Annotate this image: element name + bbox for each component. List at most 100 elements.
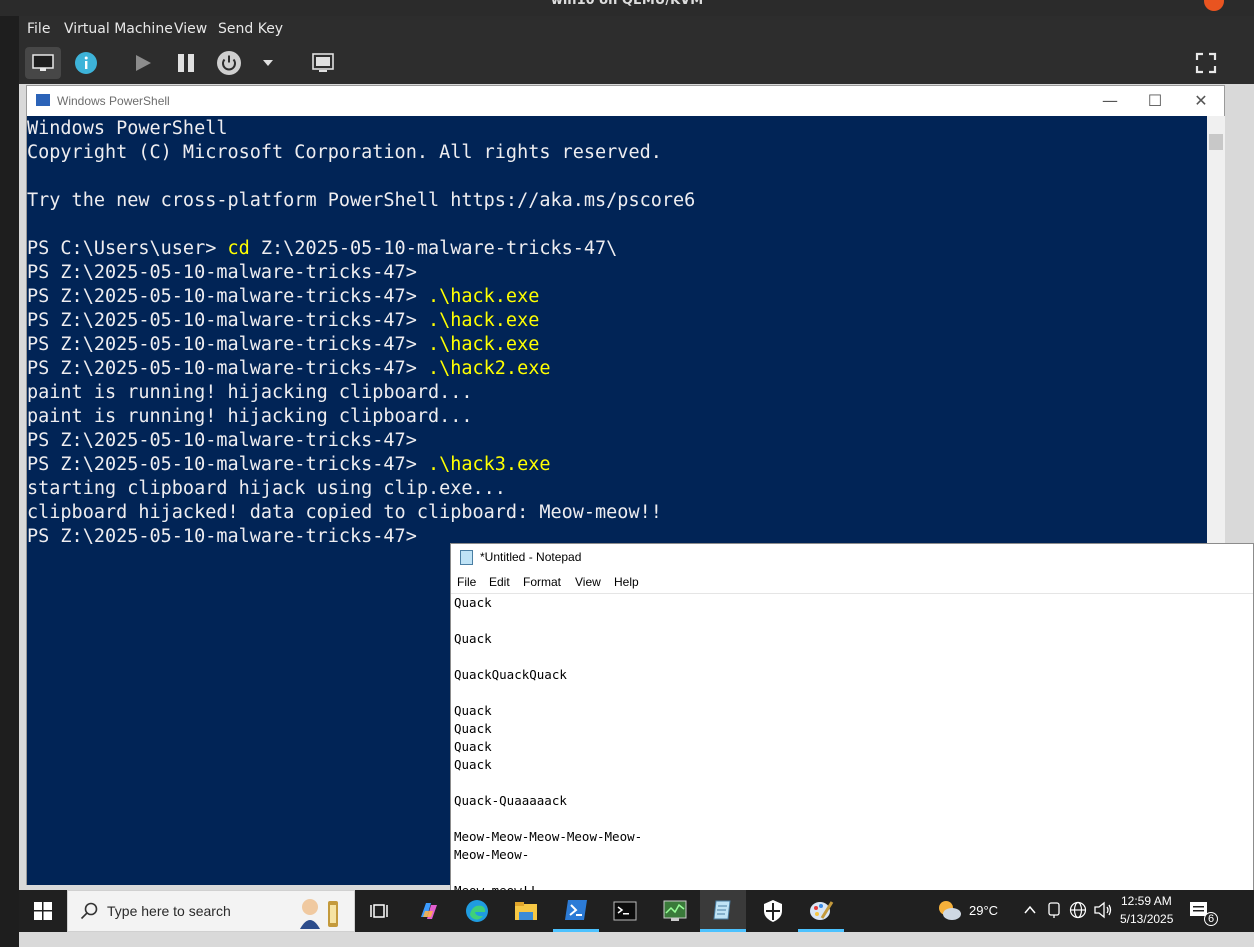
menu-file[interactable]: File: [27, 21, 50, 37]
console-line-text: Windows PowerShell: [27, 118, 228, 139]
console-line: paint is running! hijacking clipboard...: [27, 381, 1207, 405]
console-line: PS C:\Users\user> cd Z:\2025-05-10-malwa…: [27, 237, 1207, 261]
console-command: .\hack.exe: [427, 286, 540, 307]
windows-start-icon[interactable]: [19, 890, 66, 932]
notepad-menu-view[interactable]: View: [575, 575, 601, 589]
console-line-text: PS Z:\2025-05-10-malware-tricks-47>: [27, 454, 428, 475]
console-command: .\hack3.exe: [427, 454, 551, 475]
vm-toolbar: [19, 42, 1254, 84]
search-icon: [80, 902, 98, 924]
console-line: PS Z:\2025-05-10-malware-tricks-47> .\ha…: [27, 333, 1207, 357]
task-manager-icon[interactable]: [652, 890, 698, 932]
notepad-menu-help[interactable]: Help: [614, 575, 639, 589]
console-line: starting clipboard hijack using clip.exe…: [27, 477, 1207, 501]
pause-icon[interactable]: [174, 51, 198, 75]
minimize-button[interactable]: —: [1090, 89, 1130, 113]
copilot-icon[interactable]: [406, 890, 452, 932]
chevron-down-icon[interactable]: [259, 54, 277, 72]
console-line-text: starting clipboard hijack using clip.exe…: [27, 478, 506, 499]
host-window-title: win10 on QEMU/KVM: [550, 0, 704, 8]
notepad-line: [454, 810, 1249, 828]
info-icon[interactable]: [74, 51, 98, 75]
power-icon[interactable]: [216, 50, 242, 76]
weather-icon[interactable]: [936, 898, 962, 926]
notepad-window[interactable]: *Untitled - Notepad File Edit Format Vie…: [450, 543, 1254, 904]
menu-send-key[interactable]: Send Key: [218, 21, 283, 37]
powershell-icon: [36, 94, 50, 106]
host-minimize-button[interactable]: –: [1170, 0, 1190, 11]
guest-display[interactable]: Windows PowerShell — ☐ ✕ Windows PowerSh…: [19, 84, 1254, 947]
monitor-icon[interactable]: [25, 47, 61, 79]
notepad-line: Quack: [454, 595, 492, 610]
powershell-titlebar[interactable]: Windows PowerShell — ☐ ✕: [27, 86, 1224, 116]
console-command: .\hack2.exe: [427, 358, 551, 379]
notepad-line: [454, 684, 1249, 702]
device-icon[interactable]: [1046, 901, 1062, 923]
console-line-text: Try the new cross-platform PowerShell ht…: [27, 190, 696, 211]
menu-virtual-machine[interactable]: Virtual Machine: [64, 21, 173, 37]
maximize-button[interactable]: ☐: [1135, 89, 1175, 113]
console-line: PS Z:\2025-05-10-malware-tricks-47> .\ha…: [27, 285, 1207, 309]
screenshot-icon[interactable]: [311, 51, 335, 75]
notepad-line: [454, 648, 1249, 666]
console-line: paint is running! hijacking clipboard...: [27, 405, 1207, 429]
clock-time[interactable]: 12:59 AM: [1121, 894, 1172, 908]
terminal-icon[interactable]: [602, 890, 648, 932]
security-icon[interactable]: [750, 890, 796, 932]
console-line-text: PS Z:\2025-05-10-malware-tricks-47>: [27, 310, 428, 331]
chevron-up-icon[interactable]: [1023, 902, 1037, 921]
console-line-text: PS Z:\2025-05-10-malware-tricks-47>: [27, 262, 417, 283]
console-line-text: paint is running! hijacking clipboard...: [27, 406, 473, 427]
console-line: PS Z:\2025-05-10-malware-tricks-47>: [27, 429, 1207, 453]
notepad-titlebar[interactable]: *Untitled - Notepad: [451, 544, 1253, 572]
host-titlebar: win10 on QEMU/KVM –: [0, 0, 1254, 16]
notepad-taskbar-icon[interactable]: [700, 890, 746, 932]
notepad-line: QuackQuackQuack: [454, 667, 567, 682]
console-command: cd: [227, 238, 250, 259]
notepad-line: [454, 774, 1249, 792]
task-view-icon[interactable]: [356, 890, 402, 932]
notepad-line: [454, 612, 1249, 630]
close-button[interactable]: ✕: [1181, 89, 1221, 113]
console-line-text: PS Z:\2025-05-10-malware-tricks-47>: [27, 526, 417, 547]
notepad-menu-edit[interactable]: Edit: [489, 575, 510, 589]
console-line-text: paint is running! hijacking clipboard...: [27, 382, 473, 403]
host-close-button[interactable]: [1204, 0, 1224, 11]
clock-date[interactable]: 5/13/2025: [1120, 912, 1173, 926]
file-explorer-icon[interactable]: [503, 890, 549, 932]
notepad-title: *Untitled - Notepad: [480, 550, 582, 564]
notepad-line: Quack: [454, 703, 492, 718]
menu-view[interactable]: View: [174, 21, 207, 37]
volume-icon[interactable]: [1093, 901, 1113, 923]
console-line-text: clipboard hijacked! data copied to clipb…: [27, 502, 662, 523]
paint-icon[interactable]: [798, 890, 844, 932]
edge-icon[interactable]: [454, 890, 500, 932]
weather-temperature[interactable]: 29°C: [969, 903, 998, 918]
fullscreen-icon[interactable]: [1194, 51, 1218, 75]
notepad-line: Quack: [454, 739, 492, 754]
console-line: Try the new cross-platform PowerShell ht…: [27, 189, 1207, 213]
vm-menubar: File Virtual Machine View Send Key: [19, 16, 1254, 42]
scrollbar-thumb[interactable]: [1209, 134, 1223, 150]
console-command: .\hack.exe: [427, 334, 540, 355]
play-icon[interactable]: [131, 51, 155, 75]
powershell-taskbar-icon[interactable]: [553, 890, 599, 932]
console-line-text: PS C:\Users\user>: [27, 238, 228, 259]
notepad-line: Quack: [454, 631, 492, 646]
network-globe-icon[interactable]: [1069, 901, 1087, 923]
console-line: PS Z:\2025-05-10-malware-tricks-47> .\ha…: [27, 453, 1207, 477]
taskbar: Type here to search 29°C 12:59 AM 5/13/2…: [19, 890, 1254, 932]
notepad-menu-file[interactable]: File: [457, 575, 476, 589]
console-line-text: PS Z:\2025-05-10-malware-tricks-47>: [27, 358, 428, 379]
notepad-text-area[interactable]: Quack Quack QuackQuackQuack Quack Quack Quack…: [454, 594, 1249, 904]
search-placeholder: Type here to search: [107, 903, 231, 919]
notepad-line: [454, 864, 1249, 882]
notepad-icon: [460, 550, 473, 565]
console-line: Copyright (C) Microsoft Corporation. All…: [27, 141, 1207, 165]
powershell-title: Windows PowerShell: [57, 94, 170, 108]
taskbar-search-box[interactable]: Type here to search: [67, 890, 355, 932]
notepad-menu-format[interactable]: Format: [523, 575, 561, 589]
console-line-text: PS Z:\2025-05-10-malware-tricks-47>: [27, 334, 428, 355]
